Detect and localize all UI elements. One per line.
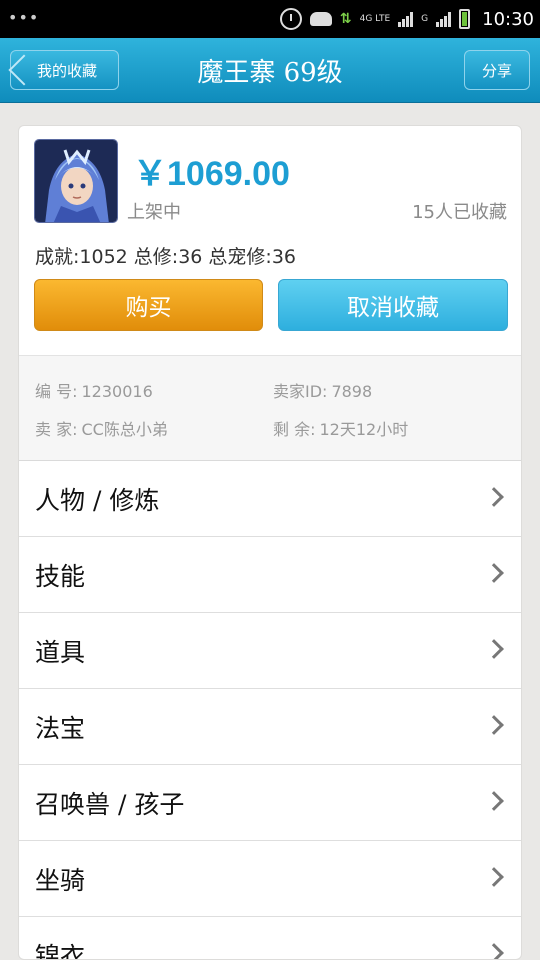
page-title: 魔王寨 69级 — [197, 58, 343, 88]
favorite-count: 15人已收藏 — [412, 202, 507, 223]
menu-item-items[interactable]: 道具 — [19, 613, 521, 689]
battery-icon — [459, 9, 471, 29]
time-remaining: 剩 余: 12天12小时 — [273, 416, 408, 440]
item-id: 编 号: 1230016 — [35, 378, 153, 402]
menu-item-outfits[interactable]: 锦衣 — [19, 917, 521, 960]
clock: 10:30 — [482, 8, 534, 30]
app-header: 我的收藏 魔王寨 69级 分享 — [0, 38, 540, 103]
chevron-right-icon — [484, 639, 504, 659]
seller-id-value: 7898 — [331, 382, 373, 401]
time-remaining-value: 12天12小时 — [319, 420, 409, 439]
seller-id: 卖家ID: 7898 — [273, 378, 372, 402]
status-icons: ⇅ 4G LTE G 10:30 — [279, 0, 534, 38]
menu-item-label: 法宝 — [35, 713, 86, 743]
menu-item-skills[interactable]: 技能 — [19, 537, 521, 613]
status-bar: ••• ⇅ 4G LTE G 10:30 — [0, 0, 540, 38]
seller-label: 卖 家: — [35, 420, 78, 439]
menu-item-label: 坐骑 — [35, 865, 86, 895]
detail-menu: 人物 / 修炼 技能 道具 法宝 召唤兽 / 孩子 坐骑 锦衣 — [19, 461, 521, 960]
menu-item-character[interactable]: 人物 / 修炼 — [19, 461, 521, 537]
item-card: ￥1069.00 上架中 15人已收藏 成就:1052 总修:36 总宠修:36… — [18, 125, 522, 960]
chevron-right-icon — [484, 791, 504, 811]
seller-id-label: 卖家ID: — [273, 382, 328, 401]
signal-icon-2 — [436, 11, 452, 27]
chevron-right-icon — [484, 563, 504, 583]
menu-item-label: 道具 — [35, 637, 86, 667]
menu-item-label: 人物 / 修炼 — [35, 485, 160, 515]
notification-dots-icon: ••• — [8, 8, 40, 27]
character-avatar[interactable] — [34, 139, 118, 223]
cancel-favorite-button[interactable]: 取消收藏 — [278, 279, 508, 331]
buy-button[interactable]: 购买 — [34, 279, 263, 331]
character-stats: 成就:1052 总修:36 总宠修:36 — [35, 246, 296, 268]
menu-item-label: 技能 — [35, 561, 86, 591]
cloud-icon — [309, 12, 332, 26]
listing-info: 编 号: 1230016 卖家ID: 7898 卖 家: CC陈总小弟 剩 余: 12天… — [19, 355, 521, 461]
back-chevron-icon — [8, 54, 40, 86]
menu-item-treasures[interactable]: 法宝 — [19, 689, 521, 765]
network-type-label-2: G — [421, 14, 429, 24]
menu-item-label: 召唤兽 / 孩子 — [35, 789, 185, 819]
chevron-right-icon — [484, 867, 504, 887]
signal-icon — [398, 11, 414, 27]
back-button[interactable]: 我的收藏 — [8, 50, 119, 90]
menu-item-pets[interactable]: 召唤兽 / 孩子 — [19, 765, 521, 841]
item-id-label: 编 号: — [35, 382, 78, 401]
menu-item-label: 锦衣 — [35, 941, 86, 960]
chevron-right-icon — [484, 487, 504, 507]
item-id-value: 1230016 — [81, 382, 153, 401]
data-transfer-icon: ⇅ — [339, 11, 352, 27]
time-remaining-label: 剩 余: — [273, 420, 316, 439]
alarm-icon — [279, 8, 302, 30]
seller-value: CC陈总小弟 — [81, 420, 168, 439]
back-button-label: 我的收藏 — [37, 61, 98, 80]
network-type-label: 4G LTE — [359, 14, 391, 24]
share-button[interactable]: 分享 — [464, 50, 530, 90]
listing-status: 上架中 — [127, 202, 181, 223]
chevron-right-icon — [484, 943, 504, 959]
item-price: ￥1069.00 — [133, 155, 290, 193]
seller: 卖 家: CC陈总小弟 — [35, 416, 168, 440]
chevron-right-icon — [484, 715, 504, 735]
menu-item-mounts[interactable]: 坐骑 — [19, 841, 521, 917]
